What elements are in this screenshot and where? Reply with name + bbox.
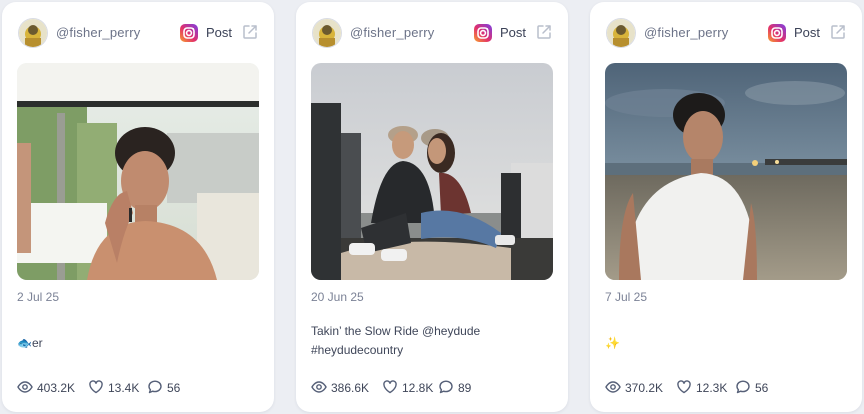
post-caption: ✨ (605, 334, 845, 353)
avatar-image (19, 19, 47, 47)
account-handle[interactable]: @fisher_perry (350, 25, 434, 40)
post-link[interactable]: Post (206, 25, 232, 40)
views-count: 386.6K (331, 381, 370, 395)
post-image[interactable] (17, 63, 259, 280)
avatar-image (313, 19, 341, 47)
post-card[interactable]: @fisher_perry Post (296, 2, 568, 412)
post-card[interactable]: @fisher_perry Post (590, 2, 862, 412)
views-count: 403.2K (37, 381, 76, 395)
post-link[interactable]: Post (500, 25, 526, 40)
post-card-grid: @fisher_perry Post 2 Jul 25 🐟er 403.2K 1… (0, 0, 864, 414)
external-link-icon[interactable] (829, 23, 847, 41)
post-date: 2 Jul 25 (17, 290, 60, 304)
instagram-icon (179, 23, 199, 43)
post-card[interactable]: @fisher_perry Post (2, 2, 274, 412)
external-link-icon[interactable] (241, 23, 259, 41)
post-image[interactable] (311, 63, 553, 280)
post-date: 7 Jul 25 (605, 290, 648, 304)
comments-count: 56 (167, 381, 181, 395)
avatar-image (607, 19, 635, 47)
comment-icon (438, 379, 454, 395)
post-image[interactable] (605, 63, 847, 280)
fish-emoji: 🐟 (17, 336, 32, 350)
heart-icon (676, 379, 692, 395)
comments-count: 56 (755, 381, 769, 395)
comment-icon (147, 379, 163, 395)
post-caption: Takin’ the Slow Ride @heydude #heydudeco… (311, 324, 481, 357)
eye-icon (311, 379, 327, 395)
account-handle[interactable]: @fisher_perry (644, 25, 728, 40)
comments-count: 89 (458, 381, 472, 395)
account-handle[interactable]: @fisher_perry (56, 25, 140, 40)
caption-text: er (31, 336, 43, 350)
instagram-icon (767, 23, 787, 43)
avatar[interactable] (313, 19, 341, 47)
avatar[interactable] (607, 19, 635, 47)
likes-count: 13.4K (108, 381, 140, 395)
heart-icon (88, 379, 104, 395)
post-link[interactable]: Post (794, 25, 820, 40)
eye-icon (605, 379, 621, 395)
avatar[interactable] (19, 19, 47, 47)
external-link-icon[interactable] (535, 23, 553, 41)
views-count: 370.2K (625, 381, 664, 395)
post-caption: 🐟er (17, 334, 257, 353)
likes-count: 12.3K (696, 381, 728, 395)
instagram-icon (473, 23, 493, 43)
sparkles-emoji: ✨ (605, 336, 620, 350)
eye-icon (17, 379, 33, 395)
likes-count: 12.8K (402, 381, 434, 395)
heart-icon (382, 379, 398, 395)
comment-icon (735, 379, 751, 395)
post-date: 20 Jun 25 (311, 290, 364, 304)
